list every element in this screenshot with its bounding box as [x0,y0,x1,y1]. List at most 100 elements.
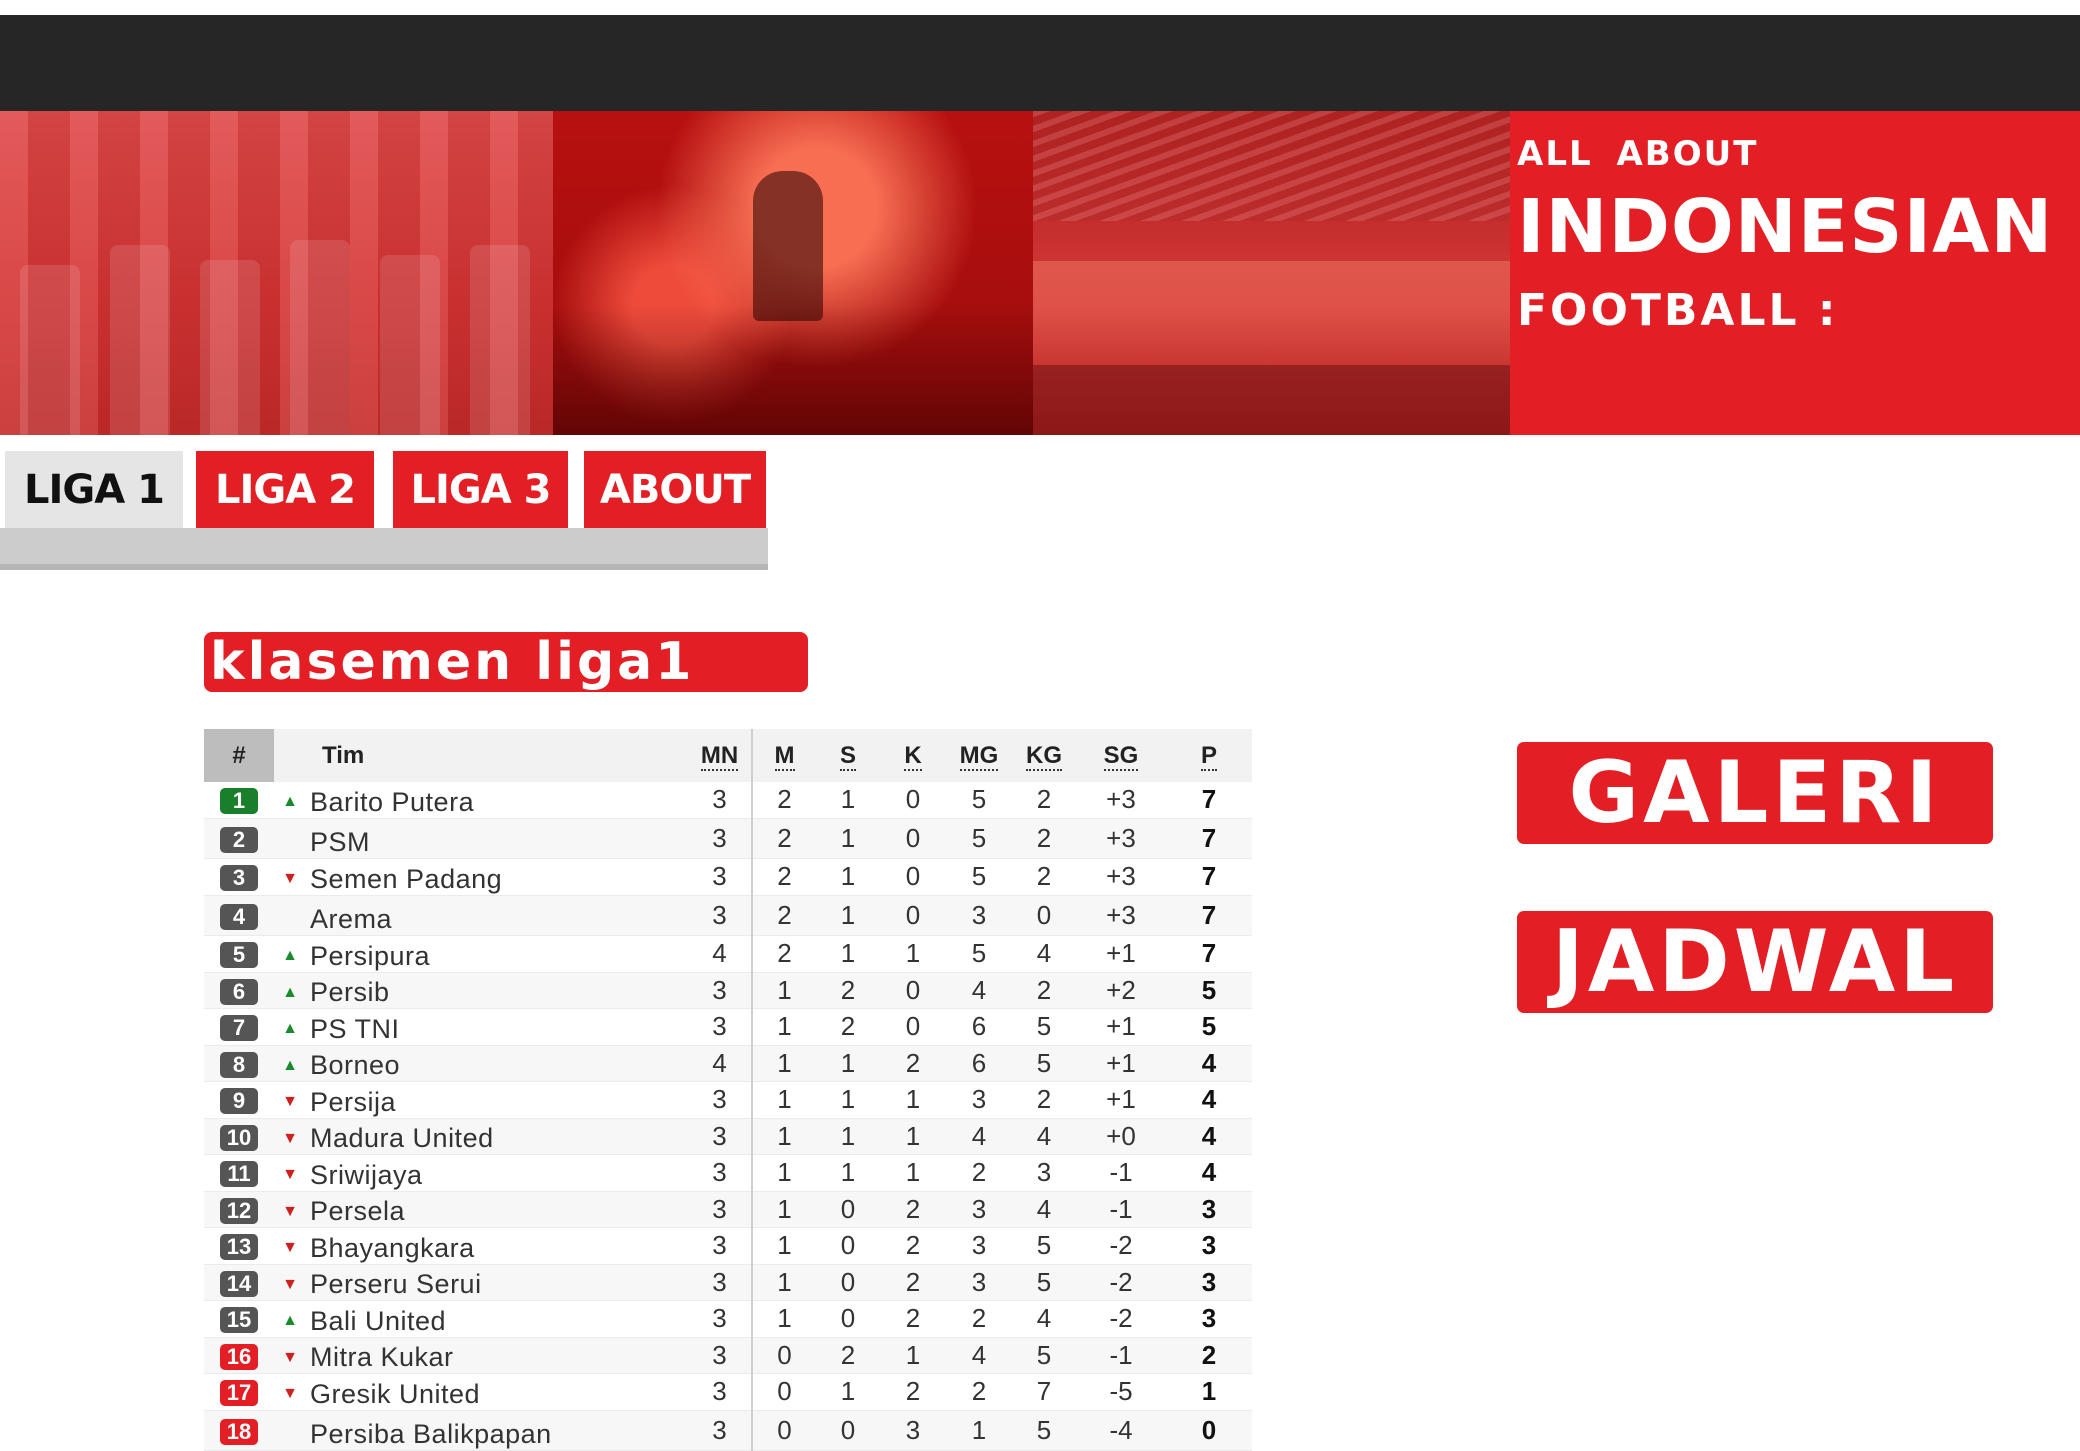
played-cell: 3 [688,818,753,859]
team-cell: Persiba Balikpapan [274,1410,688,1451]
goals-for-cell: 3 [946,1081,1012,1119]
lost-cell: 1 [880,1154,946,1192]
won-cell: 0 [752,1410,816,1451]
played-cell: 3 [688,1410,753,1451]
rank-cell: 12 [204,1191,274,1228]
goals-against-cell: 0 [1012,895,1076,936]
col-header-points-label: P [1200,741,1217,771]
rank-badge: 7 [220,1015,258,1042]
goal-diff-cell: +1 [1076,935,1166,973]
points-cell: 3 [1166,1191,1252,1228]
table-row: 15 ▲ Bali United 3 1 0 2 2 4 -2 3 [204,1300,1252,1338]
table-row: 5 ▲ Persipura 4 2 1 1 5 4 +1 7 [204,935,1252,973]
played-cell: 3 [688,1373,753,1411]
table-row: 2 PSM 3 2 1 0 5 2 +3 7 [204,818,1252,859]
played-cell: 3 [688,858,753,896]
team-cell: ▲ Borneo [274,1045,688,1082]
drawn-cell: 0 [816,1300,880,1338]
goals-against-cell: 5 [1012,1337,1076,1374]
team-name: Semen Padang [310,863,503,894]
goals-against-cell: 5 [1012,1227,1076,1265]
team-cell: ▼ Persela [274,1191,688,1228]
header-banner [0,111,2080,435]
points-cell: 3 [1166,1264,1252,1301]
lost-cell: 1 [880,935,946,973]
points-cell: 4 [1166,1154,1252,1192]
rank-cell: 3 [204,858,274,896]
team-name: Persiba Balikpapan [310,1419,552,1449]
team-name: Perseru Serui [310,1269,482,1299]
tab-liga-3[interactable]: LIGA 3 [393,451,568,528]
goals-for-cell: 3 [946,895,1012,936]
goal-diff-cell: +3 [1076,895,1166,936]
rank-cell: 13 [204,1227,274,1265]
won-cell: 1 [752,1081,816,1119]
rank-cell: 1 [204,782,274,819]
rank-badge: 13 [220,1234,258,1261]
team-cell: ▼ Perseru Serui [274,1264,688,1301]
team-cell: ▼ Gresik United [274,1373,688,1411]
points-cell: 4 [1166,1118,1252,1155]
goals-for-cell: 4 [946,1337,1012,1374]
won-cell: 1 [752,1118,816,1155]
played-cell: 3 [688,1337,753,1374]
goals-for-cell: 3 [946,1227,1012,1265]
nav-bar [0,528,768,570]
played-cell: 4 [688,935,753,973]
won-cell: 1 [752,1008,816,1046]
rank-badge: 6 [220,978,258,1005]
rank-badge: 15 [220,1307,258,1334]
drawn-cell: 0 [816,1227,880,1265]
team-name: Madura United [310,1123,494,1153]
won-cell: 1 [752,1227,816,1265]
played-cell: 3 [688,1118,753,1155]
rank-badge: 17 [220,1380,258,1407]
goals-against-cell: 2 [1012,782,1076,819]
rank-cell: 4 [204,895,274,936]
team-name: Gresik United [310,1378,481,1409]
triangle-up-icon: ▲ [282,947,298,964]
tab-liga-2[interactable]: LIGA 2 [196,451,374,528]
table-row: 3 ▼ Semen Padang 3 2 1 0 5 2 +3 7 [204,858,1252,896]
rank-cell: 9 [204,1081,274,1119]
goal-diff-cell: +3 [1076,818,1166,859]
table-row: 18 Persiba Balikpapan 3 0 0 3 1 5 -4 0 [204,1410,1252,1451]
points-cell: 7 [1166,782,1252,819]
galeri-button[interactable]: GALERI [1517,742,1993,844]
triangle-up-icon: ▲ [282,1056,298,1074]
lost-cell: 0 [880,1008,946,1046]
lost-cell: 2 [880,1264,946,1301]
goal-diff-cell: +3 [1076,858,1166,896]
team-cell: ▼ Semen Padang [274,858,688,896]
rank-badge: 16 [220,1343,258,1370]
goal-diff-cell: +0 [1076,1118,1166,1155]
goals-against-cell: 4 [1012,1300,1076,1338]
goals-against-cell: 2 [1012,1081,1076,1119]
table-row: 9 ▼ Persija 3 1 1 1 3 2 +1 4 [204,1081,1252,1119]
goal-diff-cell: -2 [1076,1227,1166,1265]
team-cell: ▲ Persipura [274,935,688,973]
tab-liga-1[interactable]: LIGA 1 [5,451,183,528]
triangle-up-icon: ▲ [282,1312,298,1329]
goals-against-cell: 7 [1012,1373,1076,1411]
points-cell: 4 [1166,1045,1252,1082]
table-row: 12 ▼ Persela 3 1 0 2 3 4 -1 3 [204,1191,1252,1228]
played-cell: 3 [688,1264,753,1301]
rank-cell: 17 [204,1373,274,1411]
rank-cell: 14 [204,1264,274,1301]
tab-about[interactable]: ABOUT [584,451,766,528]
goal-diff-cell: -1 [1076,1191,1166,1228]
goals-against-cell: 4 [1012,935,1076,973]
goals-for-cell: 4 [946,1118,1012,1155]
won-cell: 0 [752,1373,816,1411]
top-bar [0,15,2080,111]
col-header-goals-against: KG [1012,729,1076,782]
lost-cell: 3 [880,1410,946,1451]
drawn-cell: 1 [816,818,880,859]
jadwal-button[interactable]: JADWAL [1517,911,1993,1013]
drawn-cell: 1 [816,1373,880,1411]
played-cell: 3 [688,972,753,1009]
banner-subtitle: FOOTBALL : [1517,285,1839,336]
goals-for-cell: 3 [946,1191,1012,1228]
team-name: Persela [310,1196,406,1226]
